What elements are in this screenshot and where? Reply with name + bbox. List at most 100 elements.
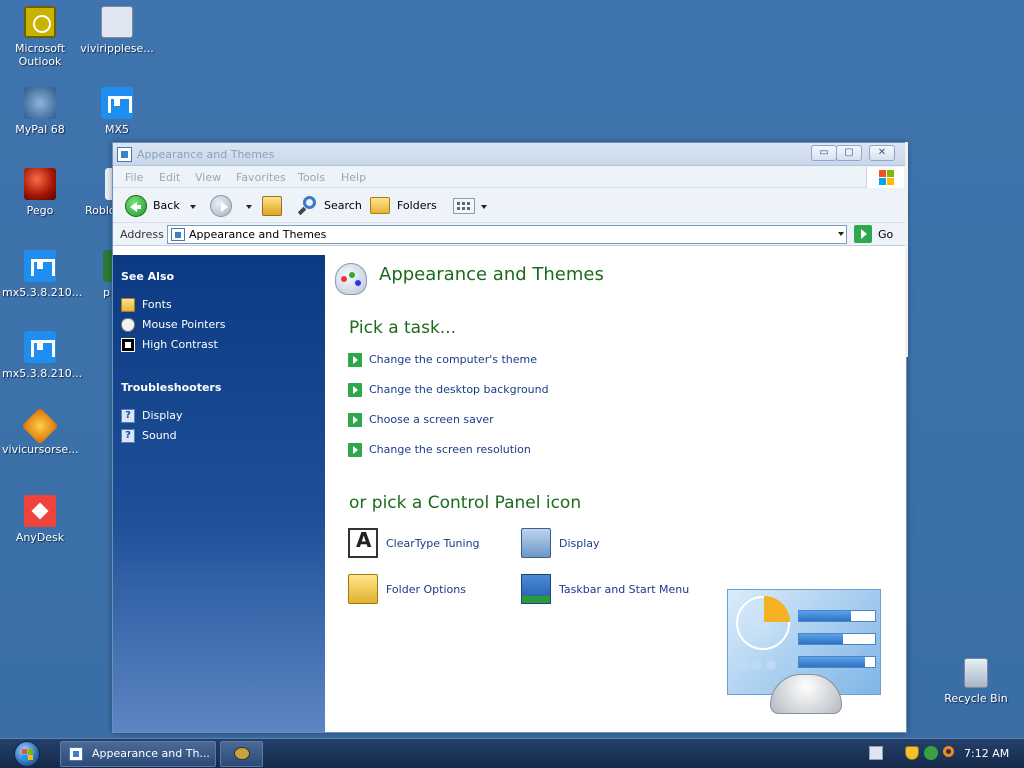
troubleshooter-display[interactable]: ? Display xyxy=(121,408,183,424)
task-choose-screensaver[interactable]: Choose a screen saver xyxy=(348,412,494,428)
menu-view[interactable]: View xyxy=(195,171,221,184)
address-dropdown-icon[interactable] xyxy=(838,232,844,236)
maxthon-icon xyxy=(24,250,56,282)
search-tray-icon[interactable] xyxy=(943,746,954,757)
security-shield-icon[interactable] xyxy=(905,746,919,760)
back-icon[interactable] xyxy=(125,195,147,217)
help-icon: ? xyxy=(121,429,135,443)
menu-tools[interactable]: Tools xyxy=(298,171,325,184)
bar-graphic xyxy=(798,610,876,622)
up-folder-icon[interactable] xyxy=(262,196,282,216)
cp-icon-label: Taskbar and Start Menu xyxy=(559,583,690,596)
outlook-icon xyxy=(24,6,56,38)
display-icon xyxy=(521,528,551,558)
task-change-background[interactable]: Change the desktop background xyxy=(348,382,549,398)
window-edge-strip xyxy=(905,142,908,357)
taskbar-button-appearance-themes[interactable]: Appearance and Th... xyxy=(60,741,216,767)
see-also-mouse-pointers[interactable]: Mouse Pointers xyxy=(121,317,226,333)
desktop-icon-label: viviripplese... xyxy=(80,42,154,55)
desktop-icon-anydesk[interactable]: AnyDesk xyxy=(2,495,78,544)
pick-icon-heading: or pick a Control Panel icon xyxy=(349,493,582,513)
menu-help[interactable]: Help xyxy=(341,171,366,184)
folders-icon[interactable] xyxy=(370,197,390,214)
desktop-icon-outlook[interactable]: Microsoft Outlook xyxy=(2,6,78,68)
forward-dropdown-icon[interactable] xyxy=(246,205,252,209)
task-arrow-icon xyxy=(348,413,362,427)
taskbar-button-label: Appearance and Th... xyxy=(92,747,210,760)
desktop-icon-vivirippleset[interactable]: viviripplese... xyxy=(79,6,155,55)
window-title: Appearance and Themes xyxy=(137,148,275,161)
folders-button-label[interactable]: Folders xyxy=(397,195,437,217)
cp-icon-taskbar-start-menu[interactable]: Taskbar and Start Menu xyxy=(521,574,689,606)
search-icon[interactable] xyxy=(297,196,318,216)
desktop-icon-mypal[interactable]: MyPal 68 xyxy=(2,87,78,136)
desktop-icon-mx5[interactable]: MX5 xyxy=(79,87,155,136)
task-label: Choose a screen saver xyxy=(369,413,494,426)
network-check-icon[interactable] xyxy=(924,746,938,760)
task-label: Change the computer's theme xyxy=(369,353,537,366)
task-label: Change the screen resolution xyxy=(369,443,531,456)
menu-edit[interactable]: Edit xyxy=(159,171,180,184)
address-input[interactable]: Appearance and Themes xyxy=(167,225,847,244)
desktop-icon-label: vivicursorse... xyxy=(2,443,79,456)
menu-bar: File Edit View Favorites Tools Help xyxy=(113,166,906,188)
see-also-high-contrast[interactable]: High Contrast xyxy=(121,337,218,353)
pie-slice-graphic xyxy=(764,596,790,622)
desktop-icon-mx5-installer-2[interactable]: mx5.3.8.210... xyxy=(2,331,82,380)
task-arrow-icon xyxy=(348,353,362,367)
windows-logo-icon xyxy=(866,167,904,188)
desktop-icon-recycle-bin[interactable]: Recycle Bin xyxy=(938,658,1014,705)
toolbar: Back Search Folders xyxy=(113,188,906,223)
desktop-icon-vivicursor[interactable]: vivicursorse... xyxy=(2,407,79,456)
window-titlebar[interactable]: Appearance and Themes ▭ ▢ ✕ xyxy=(113,143,906,166)
start-button[interactable] xyxy=(6,740,46,768)
cp-icon-display[interactable]: Display xyxy=(521,528,600,560)
close-button[interactable]: ✕ xyxy=(869,145,895,161)
window-body: See Also Fonts Mouse Pointers High Contr… xyxy=(113,255,906,732)
go-button[interactable]: Go xyxy=(853,225,901,244)
desktop-icon-pego[interactable]: Pego xyxy=(2,168,78,217)
appearance-themes-icon xyxy=(335,263,367,295)
pego-icon xyxy=(24,168,56,200)
see-also-fonts[interactable]: Fonts xyxy=(121,297,172,313)
back-button-label[interactable]: Back xyxy=(153,195,180,217)
keyboard-icon[interactable] xyxy=(869,746,883,760)
back-dropdown-icon[interactable] xyxy=(190,205,196,209)
control-panel-icon xyxy=(69,747,83,761)
folder-icon xyxy=(121,298,135,312)
menu-file[interactable]: File xyxy=(125,171,143,184)
see-also-label: High Contrast xyxy=(142,338,218,351)
content-pane: Appearance and Themes Pick a task... Cha… xyxy=(325,255,906,732)
task-change-resolution[interactable]: Change the screen resolution xyxy=(348,442,531,458)
control-panel-icon xyxy=(171,228,185,241)
clock[interactable]: 7:12 AM xyxy=(964,747,1009,760)
mouse-graphic xyxy=(770,674,842,714)
folder-options-icon xyxy=(348,574,378,604)
task-change-theme[interactable]: Change the computer's theme xyxy=(348,352,537,368)
see-also-heading: See Also xyxy=(121,270,175,283)
menu-favorites[interactable]: Favorites xyxy=(236,171,286,184)
bee-icon xyxy=(234,747,250,760)
desktop-icon-mx5-installer-1[interactable]: mx5.3.8.210... xyxy=(2,250,83,299)
views-dropdown-icon[interactable] xyxy=(481,205,487,209)
views-icon[interactable] xyxy=(453,198,475,214)
cp-icon-label: Display xyxy=(559,537,600,550)
maxthon-icon xyxy=(101,87,133,119)
anydesk-icon xyxy=(24,495,56,527)
troubleshooter-sound[interactable]: ? Sound xyxy=(121,428,177,444)
forward-icon[interactable] xyxy=(210,195,232,217)
desktop-icon-label: mx5.3.8.210... xyxy=(2,286,83,299)
maximize-button[interactable]: ▢ xyxy=(836,145,862,161)
bar-graphic xyxy=(798,656,876,668)
go-arrow-icon xyxy=(854,225,872,243)
search-button-label[interactable]: Search xyxy=(324,195,362,217)
task-label: Change the desktop background xyxy=(369,383,549,396)
help-icon: ? xyxy=(121,409,135,423)
cp-icon-label: Folder Options xyxy=(386,583,466,596)
address-bar: Address Appearance and Themes Go xyxy=(113,223,906,246)
cp-icon-folder-options[interactable]: Folder Options xyxy=(348,574,466,606)
cp-icon-cleartype[interactable]: ClearType Tuning xyxy=(348,524,480,560)
bar-graphic xyxy=(798,633,876,645)
minimize-button[interactable]: ▭ xyxy=(811,145,837,161)
taskbar-button-app[interactable] xyxy=(220,741,263,767)
